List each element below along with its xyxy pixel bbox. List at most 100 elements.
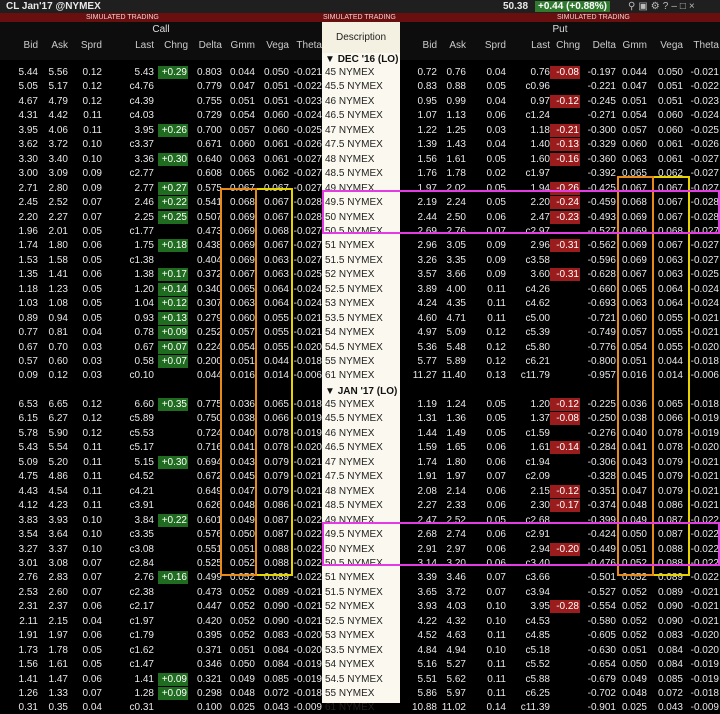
put-ask-cell[interactable]: 4.35 <box>432 297 466 310</box>
call-ask-cell[interactable]: 5.17 <box>34 80 68 93</box>
put-ask-cell[interactable]: 1.61 <box>432 153 466 166</box>
call-sprd-cell[interactable]: 0.09 <box>68 167 102 180</box>
put-sprd-cell[interactable]: 0.04 <box>472 138 506 151</box>
call-ask-cell[interactable]: 3.93 <box>34 514 68 527</box>
call-bid-cell[interactable]: 5.05 <box>4 80 38 93</box>
call-sprd-cell[interactable]: 0.11 <box>68 499 102 512</box>
call-ask-cell[interactable]: 5.20 <box>34 456 68 469</box>
call-bid-cell[interactable]: 1.74 <box>4 239 38 252</box>
call-last-cell[interactable]: 1.28 <box>120 687 154 700</box>
strike-description[interactable]: 45.5 NYMEX <box>325 80 383 93</box>
call-bid-cell[interactable]: 1.03 <box>4 297 38 310</box>
option-row[interactable]: 1.35 1.41 0.06 1.38 +0.17 0.372 0.067 0.063 -0.0… <box>0 268 720 281</box>
call-bid-cell[interactable]: 6.15 <box>4 412 38 425</box>
call-ask-cell[interactable]: 3.09 <box>34 167 68 180</box>
option-row[interactable]: 1.74 1.80 0.06 1.75 +0.18 0.438 0.069 0.067 -0.0… <box>0 239 720 252</box>
call-last-cell[interactable]: 1.38 <box>120 268 154 281</box>
call-sprd-cell[interactable]: 0.05 <box>68 312 102 325</box>
put-last-cell[interactable]: c2.09 <box>516 470 550 483</box>
call-bid-cell[interactable]: 1.91 <box>4 629 38 642</box>
call-sprd-cell[interactable]: 0.12 <box>68 80 102 93</box>
put-sprd-cell[interactable]: 0.06 <box>472 109 506 122</box>
call-sprd-cell[interactable]: 0.09 <box>68 182 102 195</box>
call-ask-cell[interactable]: 5.90 <box>34 427 68 440</box>
option-row[interactable]: 0.89 0.94 0.05 0.93 +0.13 0.279 0.060 0.055 -0.0… <box>0 312 720 325</box>
call-bid-cell[interactable]: 2.31 <box>4 600 38 613</box>
option-row[interactable]: 3.83 3.93 0.10 3.84 +0.22 0.601 0.049 0.087 -0.0… <box>0 514 720 527</box>
option-row[interactable]: 1.96 2.01 0.05 c1.77 0.473 0.069 0.068 -0.027 50… <box>0 225 720 238</box>
put-last-cell[interactable]: c3.40 <box>516 557 550 570</box>
put-ask-cell[interactable]: 5.62 <box>432 673 466 686</box>
option-row[interactable]: 0.09 0.12 0.03 c0.10 0.044 0.016 0.014 -0.006 61… <box>0 369 720 382</box>
call-ask-cell[interactable]: 3.37 <box>34 543 68 556</box>
put-sprd-cell[interactable]: 0.06 <box>472 456 506 469</box>
strike-description[interactable]: 51.5 NYMEX <box>325 586 383 599</box>
call-bid-cell[interactable]: 2.11 <box>4 615 38 628</box>
call-sprd-cell[interactable]: 0.12 <box>68 95 102 108</box>
put-sprd-cell[interactable]: 0.09 <box>472 239 506 252</box>
call-sprd-cell[interactable]: 0.06 <box>68 600 102 613</box>
call-sprd-cell[interactable]: 0.07 <box>68 557 102 570</box>
call-sprd-cell[interactable]: 0.05 <box>68 658 102 671</box>
lock-icon[interactable]: ▣ <box>638 1 650 12</box>
strike-description[interactable]: 48.5 NYMEX <box>325 499 383 512</box>
call-bid-cell[interactable]: 5.78 <box>4 427 38 440</box>
option-row[interactable]: 3.27 3.37 0.10 c3.08 0.551 0.051 0.088 -0.022 50… <box>0 543 720 556</box>
call-bid-cell[interactable]: 4.31 <box>4 109 38 122</box>
put-last-cell[interactable]: c5.00 <box>516 312 550 325</box>
strike-description[interactable]: 50 NYMEX <box>325 211 374 224</box>
put-last-cell[interactable]: c5.88 <box>516 673 550 686</box>
put-ask-cell[interactable]: 3.66 <box>432 268 466 281</box>
put-last-cell[interactable]: 2.96 <box>516 239 550 252</box>
option-row[interactable]: 3.62 3.72 0.10 c3.37 0.671 0.060 0.061 -0.026 47… <box>0 138 720 151</box>
put-sprd-cell[interactable]: 0.12 <box>472 341 506 354</box>
put-col-header-vega[interactable]: Vega <box>649 39 683 53</box>
put-ask-cell[interactable]: 2.50 <box>432 211 466 224</box>
option-row[interactable]: 0.57 0.60 0.03 0.58 +0.07 0.200 0.051 0.044 -0.0… <box>0 355 720 368</box>
put-ask-cell[interactable]: 0.76 <box>432 66 466 79</box>
put-ask-cell[interactable]: 3.05 <box>432 239 466 252</box>
call-bid-cell[interactable]: 0.09 <box>4 369 38 382</box>
call-last-cell[interactable]: c5.53 <box>120 427 154 440</box>
strike-description[interactable]: 53 NYMEX <box>325 629 374 642</box>
put-last-cell[interactable]: 1.20 <box>516 398 550 411</box>
link-icon[interactable]: ⚲ <box>628 1 638 12</box>
put-last-cell[interactable]: c5.52 <box>516 658 550 671</box>
call-sprd-cell[interactable]: 0.04 <box>68 326 102 339</box>
call-last-cell[interactable]: 1.20 <box>120 283 154 296</box>
put-ask-cell[interactable]: 5.27 <box>432 658 466 671</box>
section-dec-16[interactable]: ▼ DEC '16 (LO) <box>325 53 398 66</box>
option-row[interactable]: 5.05 5.17 0.12 c4.76 0.779 0.047 0.051 -0.022 45… <box>0 80 720 93</box>
call-last-cell[interactable]: 3.95 <box>120 124 154 137</box>
call-last-cell[interactable]: c1.38 <box>120 254 154 267</box>
put-last-cell[interactable]: c0.96 <box>516 80 550 93</box>
call-bid-cell[interactable]: 4.75 <box>4 470 38 483</box>
put-col-header-last[interactable]: Last <box>516 39 550 53</box>
call-last-cell[interactable]: c1.97 <box>120 615 154 628</box>
put-sprd-cell[interactable]: 0.05 <box>472 398 506 411</box>
strike-description[interactable]: 51 NYMEX <box>325 239 374 252</box>
call-last-cell[interactable]: c4.39 <box>120 95 154 108</box>
put-ask-cell[interactable]: 4.00 <box>432 283 466 296</box>
call-sprd-cell[interactable]: 0.10 <box>68 514 102 527</box>
call-sprd-cell[interactable]: 0.11 <box>68 124 102 137</box>
call-bid-cell[interactable]: 6.53 <box>4 398 38 411</box>
call-bid-cell[interactable]: 1.96 <box>4 225 38 238</box>
put-last-cell[interactable]: 2.15 <box>516 485 550 498</box>
put-sprd-cell[interactable]: 0.12 <box>472 355 506 368</box>
option-row[interactable]: 1.26 1.33 0.07 1.28 +0.09 0.298 0.048 0.072 -0.0… <box>0 687 720 700</box>
call-ask-cell[interactable]: 4.54 <box>34 485 68 498</box>
call-col-header-theta[interactable]: Theta <box>288 39 322 53</box>
strike-description[interactable]: 54 NYMEX <box>325 326 374 339</box>
call-bid-cell[interactable]: 1.18 <box>4 283 38 296</box>
put-ask-cell[interactable]: 5.89 <box>432 355 466 368</box>
call-sprd-cell[interactable]: 0.06 <box>68 629 102 642</box>
put-ask-cell[interactable]: 2.24 <box>432 196 466 209</box>
option-row[interactable]: 3.30 3.40 0.10 3.36 +0.30 0.640 0.063 0.061 -0.0… <box>0 153 720 166</box>
call-bid-cell[interactable]: 2.20 <box>4 211 38 224</box>
put-ask-cell[interactable]: 2.52 <box>432 514 466 527</box>
put-ask-cell[interactable]: 3.20 <box>432 557 466 570</box>
put-ask-cell[interactable]: 3.72 <box>432 586 466 599</box>
strike-description[interactable]: 47.5 NYMEX <box>325 470 383 483</box>
call-bid-cell[interactable]: 5.09 <box>4 456 38 469</box>
